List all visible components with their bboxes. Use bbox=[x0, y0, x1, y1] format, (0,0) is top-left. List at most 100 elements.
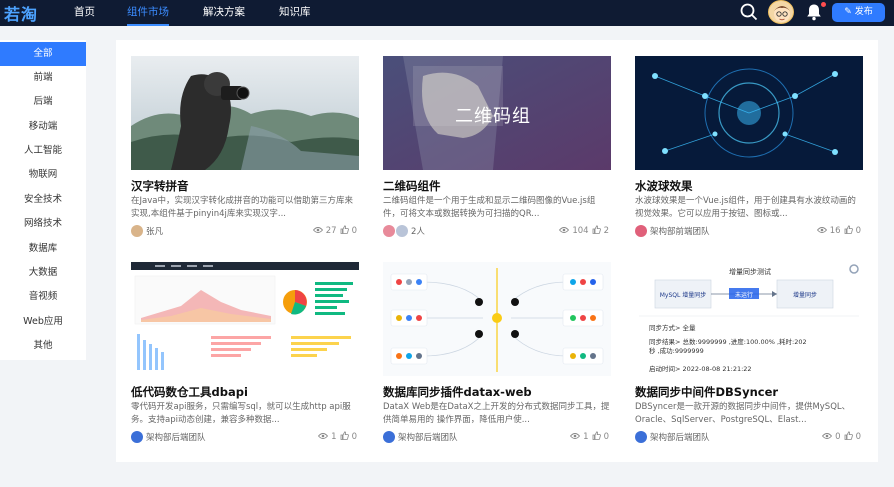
author-avatar bbox=[635, 431, 647, 443]
card-author[interactable]: 架构部后端团队 bbox=[635, 431, 710, 443]
nav-component-market[interactable]: 组件市场 bbox=[127, 0, 169, 26]
card-description: 二维码组件是一个用于生成和显示二维码图像的Vue.js组件，可将文本或数据转换为… bbox=[383, 196, 596, 219]
sync-shot-right-box: 增量同步 bbox=[792, 292, 817, 299]
sidebar-item-web-app[interactable]: Web应用 bbox=[0, 310, 86, 334]
sync-shot-line1: 同步方式> 全量 bbox=[649, 324, 696, 332]
author-name: 架构部后端团队 bbox=[650, 433, 710, 443]
card-image-tech-network[interactable] bbox=[635, 56, 863, 170]
sidebar-item-other[interactable]: 其他 bbox=[0, 334, 86, 358]
view-count: 16 bbox=[829, 226, 841, 236]
component-card[interactable]: 二维码组 二维码组件 二维码组件是一个用于生成和显示二维码图像的Vue.js组件… bbox=[383, 56, 611, 242]
card-title[interactable]: 低代码数仓工具dbapi bbox=[131, 384, 248, 400]
nav-component-market-label: 组件市场 bbox=[127, 6, 169, 18]
notification-dot bbox=[821, 2, 826, 7]
like-count: 0 bbox=[351, 432, 357, 442]
like-count: 0 bbox=[351, 226, 357, 236]
component-card[interactable]: 低代码数仓工具dbapi 零代码开发api服务，只需编写sql，就可以生成htt… bbox=[131, 262, 359, 448]
sync-shot-mid-label: 未运行 bbox=[734, 292, 753, 299]
view-count: 1 bbox=[331, 432, 337, 442]
publish-button[interactable]: ✎ 发布 bbox=[832, 3, 885, 22]
component-card[interactable]: 增量同步测试 MySQL 增量同步 未运行 增量同步 同步方式> 全量 同步结果… bbox=[635, 262, 863, 448]
component-card[interactable]: 水波球效果 水波球效果是一个Vue.js组件，用于创建具有水波纹动画的视觉效果。… bbox=[635, 56, 863, 242]
sync-shot-line3: 启动时间> 2022-08-08 21:21:22 bbox=[649, 365, 752, 373]
eye-icon bbox=[822, 432, 833, 443]
component-card[interactable]: 数据库同步插件datax-web DataX Web是在DataX之上开发的分布… bbox=[383, 262, 611, 448]
bell-icon[interactable] bbox=[806, 3, 822, 25]
card-stats: 16 0 bbox=[816, 225, 861, 237]
sidebar-item-audio-video[interactable]: 音视频 bbox=[0, 285, 86, 309]
thumbs-up-icon[interactable] bbox=[340, 431, 349, 443]
sidebar-item-network[interactable]: 网络技术 bbox=[0, 212, 86, 236]
card-description: DBSyncer是一款开源的数据同步中间件，提供MySQL、Oracle、Sql… bbox=[635, 402, 851, 425]
sidebar-item-all[interactable]: 全部 bbox=[0, 42, 86, 66]
sidebar-item-frontend[interactable]: 前端 bbox=[0, 66, 86, 90]
like-count: 0 bbox=[855, 432, 861, 442]
view-count: 104 bbox=[572, 226, 589, 236]
author-name: 2人 bbox=[411, 227, 425, 237]
nav-knowledge-base[interactable]: 知识库 bbox=[279, 0, 311, 26]
sidebar-item-ai[interactable]: 人工智能 bbox=[0, 139, 86, 163]
card-stats: 1 0 bbox=[318, 431, 357, 443]
thumbs-up-icon[interactable] bbox=[340, 225, 349, 237]
card-title[interactable]: 水波球效果 bbox=[635, 178, 693, 194]
eye-icon bbox=[312, 226, 323, 237]
sidebar-item-security[interactable]: 安全技术 bbox=[0, 188, 86, 212]
thumbs-up-icon[interactable] bbox=[844, 431, 853, 443]
component-card[interactable]: 汉字转拼音 在Java中，实现汉字转化成拼音的功能可以借助第三方库来实现,本组件… bbox=[131, 56, 359, 242]
card-description: 水波球效果是一个Vue.js组件，用于创建具有水波纹动画的视觉效果。它可以应用于… bbox=[635, 196, 856, 219]
author-avatar bbox=[131, 225, 143, 237]
card-author[interactable]: 2人 bbox=[383, 225, 425, 237]
thumbs-up-icon[interactable] bbox=[592, 431, 601, 443]
card-title[interactable]: 数据库同步插件datax-web bbox=[383, 384, 532, 400]
card-image-dashboard[interactable] bbox=[131, 262, 359, 376]
like-count: 0 bbox=[603, 432, 609, 442]
top-navigation-bar: 若淘 首页 组件市场 解决方案 知识库 ✎ 发布 bbox=[0, 0, 894, 26]
nav-home[interactable]: 首页 bbox=[74, 0, 95, 26]
thumbs-up-icon[interactable] bbox=[592, 225, 601, 237]
sidebar-item-database[interactable]: 数据库 bbox=[0, 237, 86, 261]
sync-shot-line2: 同步结果> 总数:9999999 ,进度:100.00% ,耗时:202秒 ,成… bbox=[649, 338, 807, 355]
card-title[interactable]: 汉字转拼音 bbox=[131, 178, 189, 194]
sidebar-item-iot[interactable]: 物联网 bbox=[0, 163, 86, 187]
sidebar-item-bigdata[interactable]: 大数据 bbox=[0, 261, 86, 285]
view-count: 1 bbox=[583, 432, 589, 442]
eye-icon bbox=[816, 226, 827, 237]
edit-icon: ✎ bbox=[844, 7, 852, 17]
card-title[interactable]: 数据同步中间件DBSyncer bbox=[635, 384, 778, 400]
card-title[interactable]: 二维码组件 bbox=[383, 178, 441, 194]
nav-solutions[interactable]: 解决方案 bbox=[203, 0, 245, 26]
card-author[interactable]: 架构部前端团队 bbox=[635, 225, 710, 237]
sidebar-item-backend[interactable]: 后端 bbox=[0, 90, 86, 114]
active-nav-underline bbox=[127, 24, 169, 26]
category-sidebar: 全部 前端 后端 移动端 人工智能 物联网 安全技术 网络技术 数据库 大数据 … bbox=[0, 40, 86, 360]
user-avatar[interactable] bbox=[768, 0, 794, 24]
thumbs-up-icon[interactable] bbox=[844, 225, 853, 237]
author-avatar bbox=[131, 431, 143, 443]
card-stats: 0 0 bbox=[822, 431, 861, 443]
publish-label: 发布 bbox=[854, 7, 873, 17]
author-avatar bbox=[383, 431, 395, 443]
card-author[interactable]: 架构部后端团队 bbox=[131, 431, 206, 443]
card-image-datax-diagram[interactable] bbox=[383, 262, 611, 376]
card-image-qr[interactable]: 二维码组 bbox=[383, 56, 611, 170]
card-image-photographer[interactable] bbox=[131, 56, 359, 170]
author-name: 架构部后端团队 bbox=[146, 433, 206, 443]
card-author[interactable]: 架构部后端团队 bbox=[383, 431, 458, 443]
sidebar-item-mobile[interactable]: 移动端 bbox=[0, 115, 86, 139]
component-grid: 汉字转拼音 在Java中，实现汉字转化成拼音的功能可以借助第三方库来实现,本组件… bbox=[116, 40, 878, 462]
view-count: 0 bbox=[835, 432, 841, 442]
brand-logo[interactable]: 若淘 bbox=[4, 1, 38, 25]
author-avatar bbox=[635, 225, 647, 237]
sync-shot-left-box: MySQL 增量同步 bbox=[659, 292, 707, 299]
author-avatar bbox=[383, 225, 395, 237]
card-stats: 104 2 bbox=[559, 225, 609, 237]
card-author[interactable]: 张凡 bbox=[131, 225, 163, 237]
card-image-sync-screenshot[interactable]: 增量同步测试 MySQL 增量同步 未运行 增量同步 同步方式> 全量 同步结果… bbox=[635, 262, 863, 376]
view-count: 27 bbox=[325, 226, 337, 236]
card-stats: 27 0 bbox=[312, 225, 357, 237]
like-count: 2 bbox=[603, 226, 609, 236]
eye-icon bbox=[559, 226, 570, 237]
like-count: 0 bbox=[855, 226, 861, 236]
search-icon[interactable] bbox=[740, 3, 758, 25]
card-description: DataX Web是在DataX之上开发的分布式数据同步工具，提供简单易用的 操… bbox=[383, 402, 610, 425]
